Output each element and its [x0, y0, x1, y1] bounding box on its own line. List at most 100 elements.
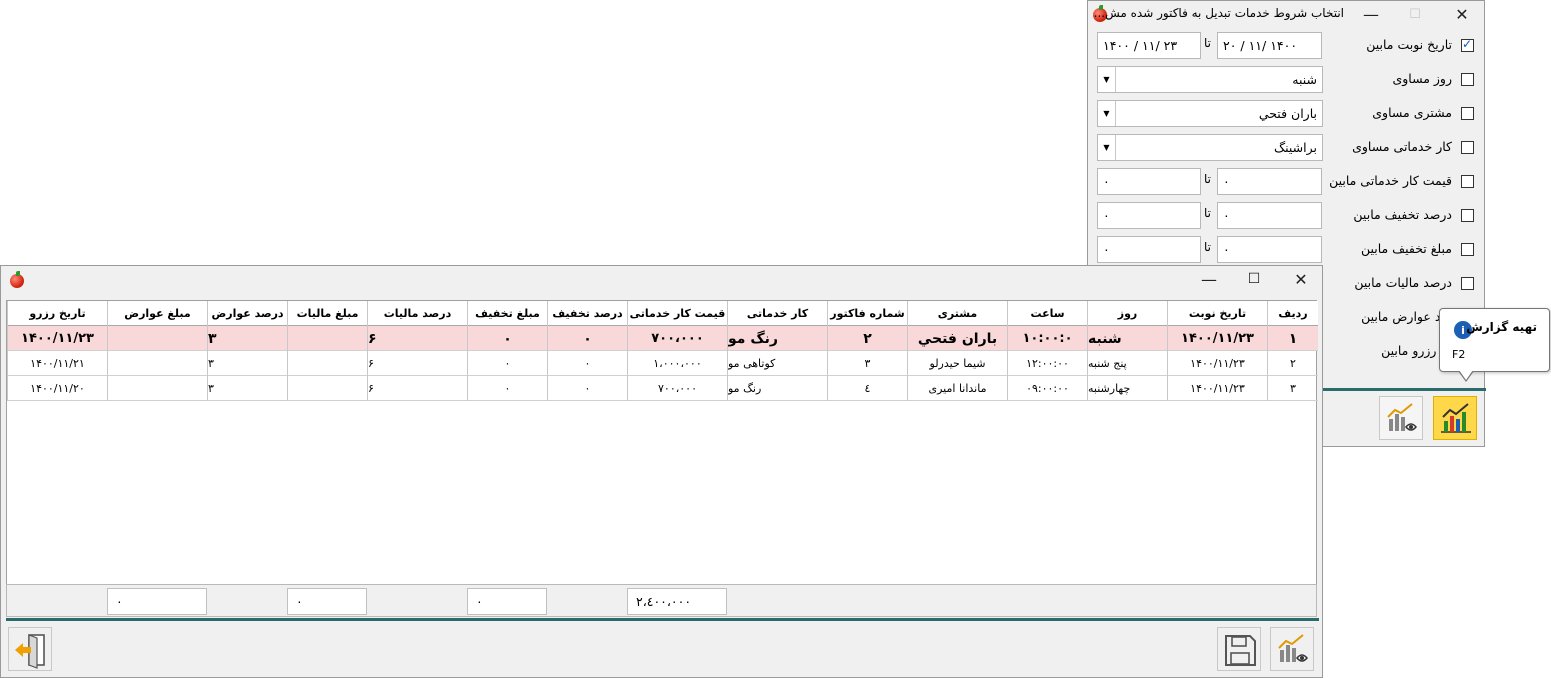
tax-percent-checkbox[interactable] [1461, 277, 1474, 290]
chevron-down-icon: ▼ [1098, 67, 1116, 92]
minimize-button[interactable]: — [1352, 1, 1390, 27]
col-header-tax-percent[interactable]: درصد مالیات [367, 301, 467, 326]
service-checkbox[interactable] [1461, 141, 1474, 154]
discount-percent-to-field[interactable]: ۰ [1097, 202, 1201, 229]
cell-service-price: ۱،۰۰۰،۰۰۰ [627, 351, 727, 376]
to-label: تا [1204, 240, 1211, 254]
minimize-button[interactable]: — [1189, 266, 1229, 292]
appointment-date-from-field[interactable]: ۲۰ / ۱۱/ ۱۴۰۰ [1217, 32, 1322, 59]
price-to-field[interactable]: ۰ [1097, 168, 1201, 195]
chevron-down-icon: ▼ [1098, 101, 1116, 126]
col-header-invoice-no[interactable]: شماره فاکتور [827, 301, 907, 326]
to-label: تا [1204, 172, 1211, 186]
cell-discount-amount: ۰ [467, 326, 547, 351]
criteria-row-discount-amount: مبلغ تخفیف مابین ۰ تا ۰ [1088, 232, 1486, 266]
col-header-discount-amount[interactable]: مبلغ تخفیف [467, 301, 547, 326]
table-row[interactable]: ۱ ۱۴۰۰/۱۱/۲۳ شنبه ۱۰:۰۰:۰ باران فتحي ۲ رنگ مو ۷… [7, 326, 1318, 351]
col-header-service-price[interactable]: قیمت کار خدماتی [627, 301, 727, 326]
table-row[interactable]: ۳ ۱۴۰۰/۱۱/۲۳ چهارشنبه ۰۹:۰۰:۰۰ ماندانا امیری… [7, 376, 1318, 401]
save-disk-icon [1225, 635, 1256, 666]
discount-amount-from-field[interactable]: ۰ [1217, 236, 1322, 263]
maximize-button[interactable]: ☐ [1234, 266, 1274, 292]
criteria-row-service: کار خدماتی مساوی ▼ براشینگ [1088, 130, 1486, 164]
prepare-report-button[interactable] [1433, 396, 1477, 440]
report-window: — ☐ ✕ ردیف تاریخ نوبت روز ساعت مشتری شماره فا… [0, 265, 1323, 678]
app-tomato-icon [10, 271, 24, 288]
cell-time: ۱۲:۰۰:۰۰ [1007, 351, 1087, 376]
cell-appointment-date: ۱۴۰۰/۱۱/۲۳ [1167, 326, 1267, 351]
service-combobox[interactable]: ▼ براشینگ [1097, 134, 1323, 161]
cell-discount-percent: ۰ [547, 376, 627, 401]
discount-amount-checkbox[interactable] [1461, 243, 1474, 256]
col-header-discount-percent[interactable]: درصد تخفیف [547, 301, 627, 326]
discount-amount-label: مبلغ تخفیف مابین [1360, 241, 1452, 256]
criteria-row-day: روز مساوی ▼ شنبه [1088, 62, 1486, 96]
maximize-button: ☐ [1409, 6, 1421, 22]
col-header-time[interactable]: ساعت [1007, 301, 1087, 326]
chart-report-icon [1441, 403, 1471, 433]
col-header-customer[interactable]: مشتری [907, 301, 1007, 326]
table-row[interactable]: ۲ ۱۴۰۰/۱۱/۲۳ پنج شنبه ۱۲:۰۰:۰۰ شیما حیدرلو ۳ ک… [7, 351, 1318, 376]
cell-appointment-date: ۱۴۰۰/۱۱/۲۳ [1167, 376, 1267, 401]
price-checkbox[interactable] [1461, 175, 1474, 188]
col-header-appointment-date[interactable]: تاریخ نوبت [1167, 301, 1267, 326]
cell-reserve-date: ۱۴۰۰/۱۱/۲۰ [7, 376, 107, 401]
chart-preview-icon [1387, 403, 1417, 431]
cell-time: ۰۹:۰۰:۰۰ [1007, 376, 1087, 401]
close-button[interactable]: ✕ [1279, 266, 1323, 292]
total-price-field: ۲،٤۰۰،۰۰۰ [627, 588, 727, 615]
prepare-report-tooltip: i تهیه گزارش F2 [1439, 308, 1550, 382]
col-header-row-no[interactable]: ردیف [1267, 301, 1318, 326]
report-grid[interactable]: ردیف تاریخ نوبت روز ساعت مشتری شماره فاکتور کا… [6, 300, 1318, 616]
report-preview-button[interactable] [1270, 627, 1314, 671]
total-tax-field: ۰ [287, 588, 367, 615]
discount-amount-to-field[interactable]: ۰ [1097, 236, 1201, 263]
day-combobox[interactable]: ▼ شنبه [1097, 66, 1323, 93]
cell-toll-percent: ۳ [207, 351, 287, 376]
day-label: روز مساوی [1392, 71, 1452, 86]
discount-percent-label: درصد تخفیف مابین [1353, 207, 1452, 222]
cell-customer: شیما حیدرلو [907, 351, 1007, 376]
cell-tax-amount [287, 351, 367, 376]
report-preview-button[interactable] [1379, 396, 1423, 440]
cell-row-no: ۳ [1267, 376, 1318, 401]
tax-percent-label: درصد مالیات مابین [1354, 275, 1452, 290]
discount-percent-checkbox[interactable] [1461, 209, 1474, 222]
exit-button[interactable] [8, 627, 52, 671]
save-button[interactable] [1217, 627, 1261, 671]
criteria-row-price: قیمت کار خدماتی مابین ۰ تا ۰ [1088, 164, 1486, 198]
grid-totals-footer: ۲،٤۰۰،۰۰۰ ۰ ۰ ۰ [6, 584, 1317, 617]
cell-day: شنبه [1087, 326, 1167, 351]
total-toll-field: ۰ [107, 588, 207, 615]
discount-percent-from-field[interactable]: ۰ [1217, 202, 1322, 229]
cell-discount-amount: ۰ [467, 376, 547, 401]
col-header-reserve-date[interactable]: تاریخ رزرو [7, 301, 107, 326]
chart-preview-icon [1278, 634, 1308, 662]
day-value: شنبه [1292, 72, 1317, 87]
day-checkbox[interactable] [1461, 73, 1474, 86]
price-from-field[interactable]: ۰ [1217, 168, 1322, 195]
col-header-day[interactable]: روز [1087, 301, 1167, 326]
cell-tax-percent: ۶ [367, 376, 467, 401]
customer-label: مشتری مساوی [1372, 105, 1452, 120]
col-header-toll-percent[interactable]: درصد عوارض [207, 301, 287, 326]
col-header-toll-amount[interactable]: مبلغ عوارض [107, 301, 207, 326]
appointment-date-checkbox[interactable] [1461, 37, 1474, 52]
col-header-tax-amount[interactable]: مبلغ مالیات [287, 301, 367, 326]
cell-invoice-no: ۲ [827, 326, 907, 351]
cell-service: کوتاهی مو [727, 351, 827, 376]
appointment-date-to-field[interactable]: ۱۴۰۰ / ۱۱/ ۲۳ [1097, 32, 1201, 59]
close-button[interactable]: ✕ [1440, 1, 1484, 27]
cell-service-price: ۷۰۰،۰۰۰ [627, 376, 727, 401]
cell-reserve-date: ۱۴۰۰/۱۱/۲۱ [7, 351, 107, 376]
total-discount-field: ۰ [467, 588, 547, 615]
to-label: تا [1204, 36, 1211, 50]
cell-tax-amount [287, 376, 367, 401]
chevron-down-icon: ▼ [1098, 135, 1116, 160]
tooltip-title: تهیه گزارش [1466, 320, 1537, 334]
customer-combobox[interactable]: ▼ باران فتحي [1097, 100, 1323, 127]
cell-day: پنج شنبه [1087, 351, 1167, 376]
col-header-service[interactable]: کار خدماتی [727, 301, 827, 326]
cell-tax-percent: ۶ [367, 326, 467, 351]
customer-checkbox[interactable] [1461, 107, 1474, 120]
